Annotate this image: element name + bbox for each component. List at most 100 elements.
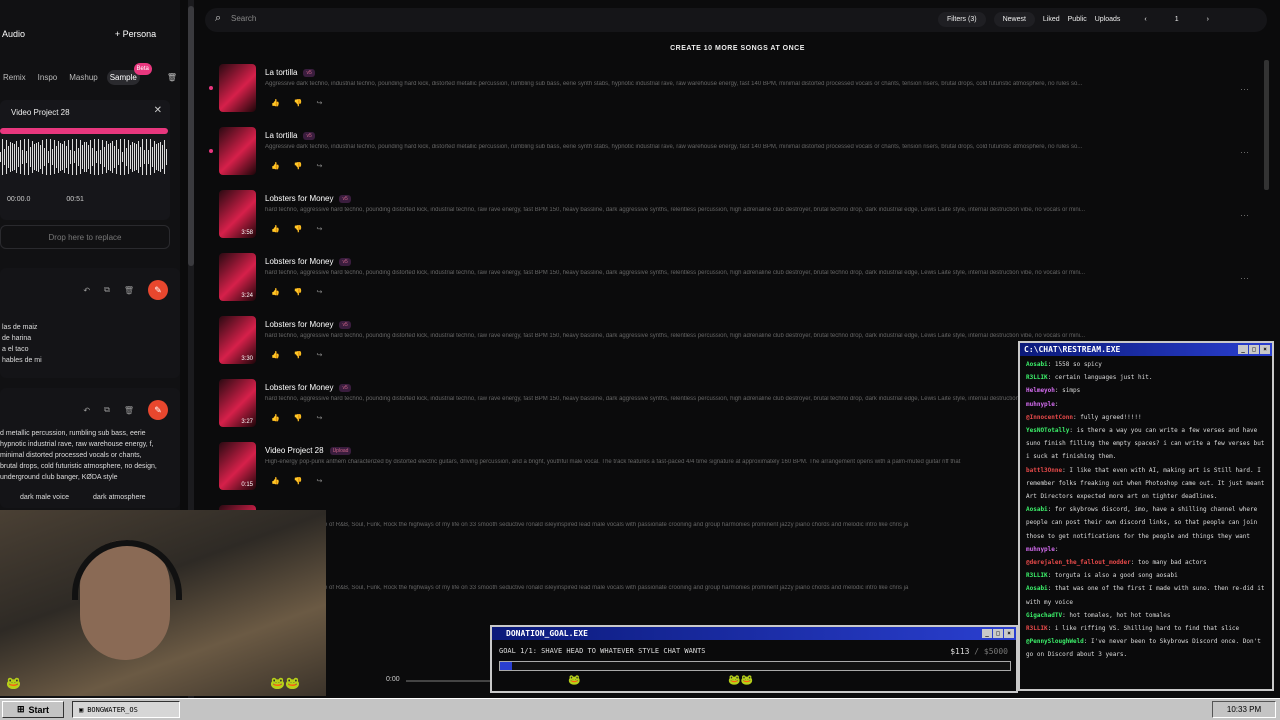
dislike-icon[interactable]: 👎 [294, 99, 303, 107]
page-number[interactable]: 1 [1175, 16, 1179, 23]
lyrics-text[interactable]: las de maiz de harina a el taco hables d… [2, 322, 42, 366]
song-cover[interactable] [219, 64, 256, 112]
chat-username[interactable]: Aosabi [1026, 585, 1048, 592]
song-cover[interactable]: 3:58 [219, 190, 256, 238]
song-title[interactable]: Lobsters for Money [265, 320, 333, 329]
dislike-icon[interactable]: 👎 [294, 162, 303, 170]
mode-remix[interactable]: Remix [0, 70, 29, 85]
chat-username[interactable]: @InnocentConn [1026, 414, 1073, 421]
song-title[interactable]: Video Project 28 [265, 446, 324, 455]
start-button[interactable]: ⊞ Start [2, 701, 64, 718]
drop-zone[interactable]: Drop here to replace [0, 225, 170, 249]
search-input[interactable]: Search [231, 14, 256, 23]
waveform[interactable] [0, 138, 168, 176]
mode-inspo[interactable]: Inspo [35, 70, 61, 85]
song-title[interactable]: La tortilla [265, 131, 297, 140]
like-icon[interactable]: 👍 [271, 225, 280, 233]
share-icon[interactable]: ↪ [316, 414, 322, 422]
dislike-icon[interactable]: 👎 [294, 414, 303, 422]
chat-username[interactable]: YesNOTotally [1026, 427, 1069, 434]
donation-titlebar[interactable]: DONATION_GOAL.EXE _ □ × [492, 627, 1016, 640]
chat-username[interactable]: battl3Onne [1026, 467, 1062, 474]
chat-username[interactable]: Helmeyoh [1026, 387, 1055, 394]
song-row[interactable]: 3:24 Lobsters for Money v5 hard techno, agg… [205, 251, 1263, 314]
tab-audio[interactable]: Audio [0, 20, 91, 48]
dislike-icon[interactable]: 👎 [294, 351, 303, 359]
song-cover[interactable]: 0:15 [219, 442, 256, 490]
share-icon[interactable]: ↪ [316, 477, 322, 485]
song-cover[interactable]: 3:30 [219, 316, 256, 364]
next-page-icon[interactable]: › [1207, 16, 1209, 23]
chat-username[interactable]: R3LLIK [1026, 374, 1048, 381]
copy-icon[interactable]: ⧉ [104, 285, 110, 295]
prev-page-icon[interactable]: ‹ [1144, 16, 1146, 23]
magic-button[interactable]: ✎ [148, 280, 168, 300]
like-icon[interactable]: 👍 [271, 414, 280, 422]
maximize-icon[interactable]: □ [1249, 345, 1259, 354]
chat-username[interactable]: Aosabi [1026, 506, 1048, 513]
like-icon[interactable]: 👍 [271, 288, 280, 296]
close-icon[interactable]: × [1260, 345, 1270, 354]
song-cover[interactable]: 3:27 [219, 379, 256, 427]
sort-button[interactable]: Newest [993, 12, 1035, 27]
style-text[interactable]: d metallic percussion, rumbling sub bass… [0, 428, 158, 483]
chat-username[interactable]: R3LLIK [1026, 572, 1048, 579]
close-icon[interactable]: ✕ [154, 105, 162, 116]
chat-username[interactable]: R3LLIK [1026, 625, 1048, 632]
liked-filter[interactable]: Liked [1043, 16, 1060, 23]
create-more-button[interactable]: CREATE 10 MORE SONGS AT ONCE [600, 45, 875, 52]
song-title[interactable]: Lobsters for Money [265, 383, 333, 392]
magic-button[interactable]: ✎ [148, 400, 168, 420]
minimize-icon[interactable]: _ [1238, 345, 1248, 354]
song-cover[interactable]: 3:24 [219, 253, 256, 301]
tab-persona[interactable]: + Persona [91, 20, 180, 48]
song-title[interactable]: Lobsters for Money [265, 194, 333, 203]
copy-icon[interactable]: ⧉ [104, 405, 110, 415]
trash-icon[interactable]: 🗑 [124, 286, 134, 295]
tag[interactable]: dark male voice [20, 494, 69, 501]
chat-username[interactable]: muhnyple [1026, 401, 1055, 408]
song-title[interactable]: Lobsters for Money [265, 257, 333, 266]
undo-icon[interactable]: ↶ [83, 286, 90, 295]
dislike-icon[interactable]: 👎 [294, 477, 303, 485]
like-icon[interactable]: 👍 [271, 351, 280, 359]
minimize-icon[interactable]: _ [982, 629, 992, 638]
more-icon[interactable]: ··· [1240, 210, 1249, 220]
song-row[interactable]: 3:58 Lobsters for Money v5 hard techno, agg… [205, 188, 1263, 251]
scroll-thumb[interactable] [188, 6, 194, 266]
close-icon[interactable]: × [1004, 629, 1014, 638]
trash-icon[interactable]: 🗑 [164, 70, 180, 85]
uploads-filter[interactable]: Uploads [1095, 16, 1121, 23]
taskbar-item[interactable]: ▣ BONGWATER_OS [72, 701, 180, 718]
song-row[interactable]: La tortilla v5 Aggressive dark techno, ind… [205, 125, 1263, 188]
share-icon[interactable]: ↪ [316, 225, 322, 233]
clip-range-bar[interactable] [0, 128, 168, 134]
tag[interactable]: dark atmosphere [93, 494, 146, 501]
share-icon[interactable]: ↪ [316, 351, 322, 359]
song-title[interactable]: La tortilla [265, 68, 297, 77]
mode-sample[interactable]: Sample Beta [106, 63, 152, 85]
maximize-icon[interactable]: □ [993, 629, 1003, 638]
chat-username[interactable]: Aosabi [1026, 361, 1048, 368]
dislike-icon[interactable]: 👎 [294, 225, 303, 233]
mode-mashup[interactable]: Mashup [66, 70, 100, 85]
share-icon[interactable]: ↪ [316, 99, 322, 107]
chat-username[interactable]: muhnyple [1026, 546, 1055, 553]
chat-titlebar[interactable]: C:\CHAT\RESTREAM.EXE _ □ × [1020, 343, 1272, 356]
song-cover[interactable] [219, 127, 256, 175]
chat-username[interactable]: @PennySloughWeld [1026, 638, 1084, 645]
filters-button[interactable]: Filters (3) [938, 12, 986, 27]
more-icon[interactable]: ··· [1240, 84, 1249, 94]
player-progress[interactable] [406, 680, 490, 682]
song-row[interactable]: La tortilla v5 Aggressive dark techno, ind… [205, 62, 1263, 125]
share-icon[interactable]: ↪ [316, 162, 322, 170]
more-icon[interactable]: ··· [1240, 273, 1249, 283]
chat-username[interactable]: GigachadTV [1026, 612, 1062, 619]
list-scrollbar[interactable] [1264, 60, 1269, 190]
dislike-icon[interactable]: 👎 [294, 288, 303, 296]
chat-username[interactable]: @derejalen_the_fallout_modder [1026, 559, 1131, 566]
more-icon[interactable]: ··· [1240, 147, 1249, 157]
like-icon[interactable]: 👍 [271, 162, 280, 170]
like-icon[interactable]: 👍 [271, 477, 280, 485]
trash-icon[interactable]: 🗑 [124, 406, 134, 415]
